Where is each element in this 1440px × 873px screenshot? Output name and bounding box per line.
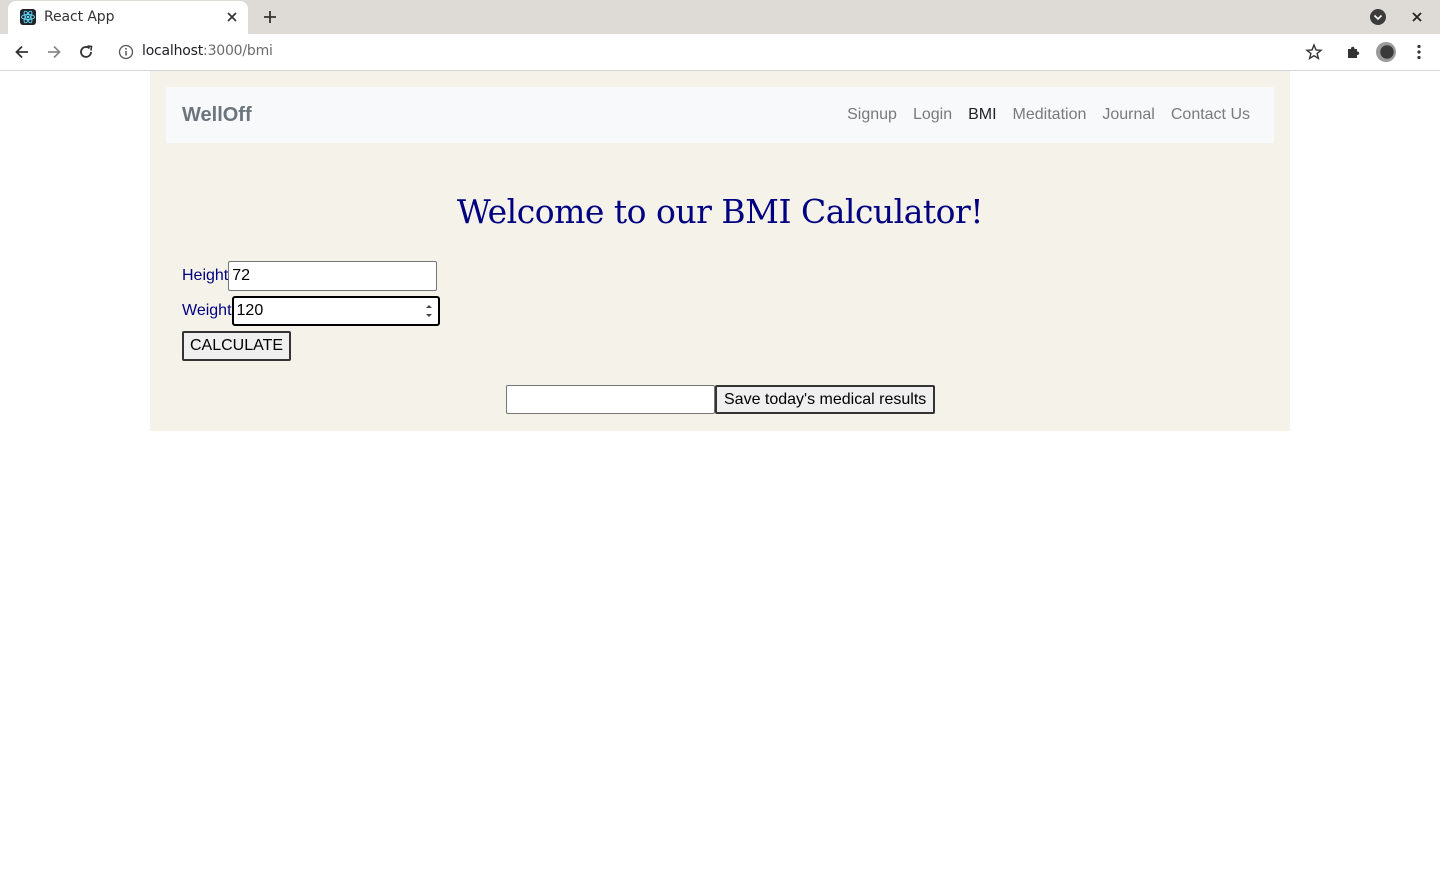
page-title: Welcome to our BMI Calculator! [456,192,984,231]
back-arrow-icon[interactable] [12,42,32,62]
nav-link-bmi[interactable]: BMI [960,105,1004,125]
weight-stepper[interactable] [231,296,440,326]
nav-link-journal[interactable]: Journal [1094,105,1162,125]
stepper-arrows-icon[interactable] [424,301,434,321]
tab-title: React App [44,9,115,25]
forward-arrow-icon[interactable] [44,42,64,62]
save-results-input[interactable] [506,385,715,414]
calculate-button[interactable]: CALCULATE [182,331,292,361]
browser-toolbar: localhost:3000/bmi [0,34,1440,71]
save-results-row: Save today's medical results [506,385,936,414]
react-favicon-icon [20,9,36,25]
browser-tab[interactable]: React App [8,1,248,34]
top-navbar: WellOff Signup Login BMI Meditation Jour… [166,87,1274,143]
extensions-puzzle-icon[interactable] [1344,42,1364,62]
site-info-icon[interactable] [118,44,134,60]
weight-label: Weight [182,302,232,319]
address-bar[interactable]: localhost:3000/bmi [142,43,273,59]
nav-link-meditation[interactable]: Meditation [1005,105,1095,125]
close-tab-icon[interactable] [224,9,240,25]
nav-link-login[interactable]: Login [905,105,960,125]
nav-link-contact-us[interactable]: Contact Us [1163,105,1258,125]
save-results-button[interactable]: Save today's medical results [715,385,936,414]
new-tab-icon[interactable] [260,7,280,27]
nav-link-signup[interactable]: Signup [839,105,905,125]
tab-search-icon[interactable] [1369,8,1387,26]
browser-tabstrip: React App [0,0,1440,34]
reload-icon[interactable] [76,42,96,62]
bookmark-star-icon[interactable] [1304,42,1324,62]
weight-input[interactable] [231,296,440,326]
height-row: Height [182,261,438,291]
brand-link[interactable]: WellOff [182,104,252,127]
close-window-icon[interactable] [1408,8,1426,26]
nav-links: Signup Login BMI Meditation Journal Cont… [839,105,1258,125]
profile-avatar-icon[interactable] [1376,42,1396,62]
browser-menu-icon[interactable] [1409,42,1429,62]
calculate-row: CALCULATE [182,331,292,361]
height-label: Height [182,267,229,284]
height-input[interactable] [228,261,438,291]
page-container: WellOff Signup Login BMI Meditation Jour… [150,71,1290,431]
weight-row: Weight [182,296,440,326]
